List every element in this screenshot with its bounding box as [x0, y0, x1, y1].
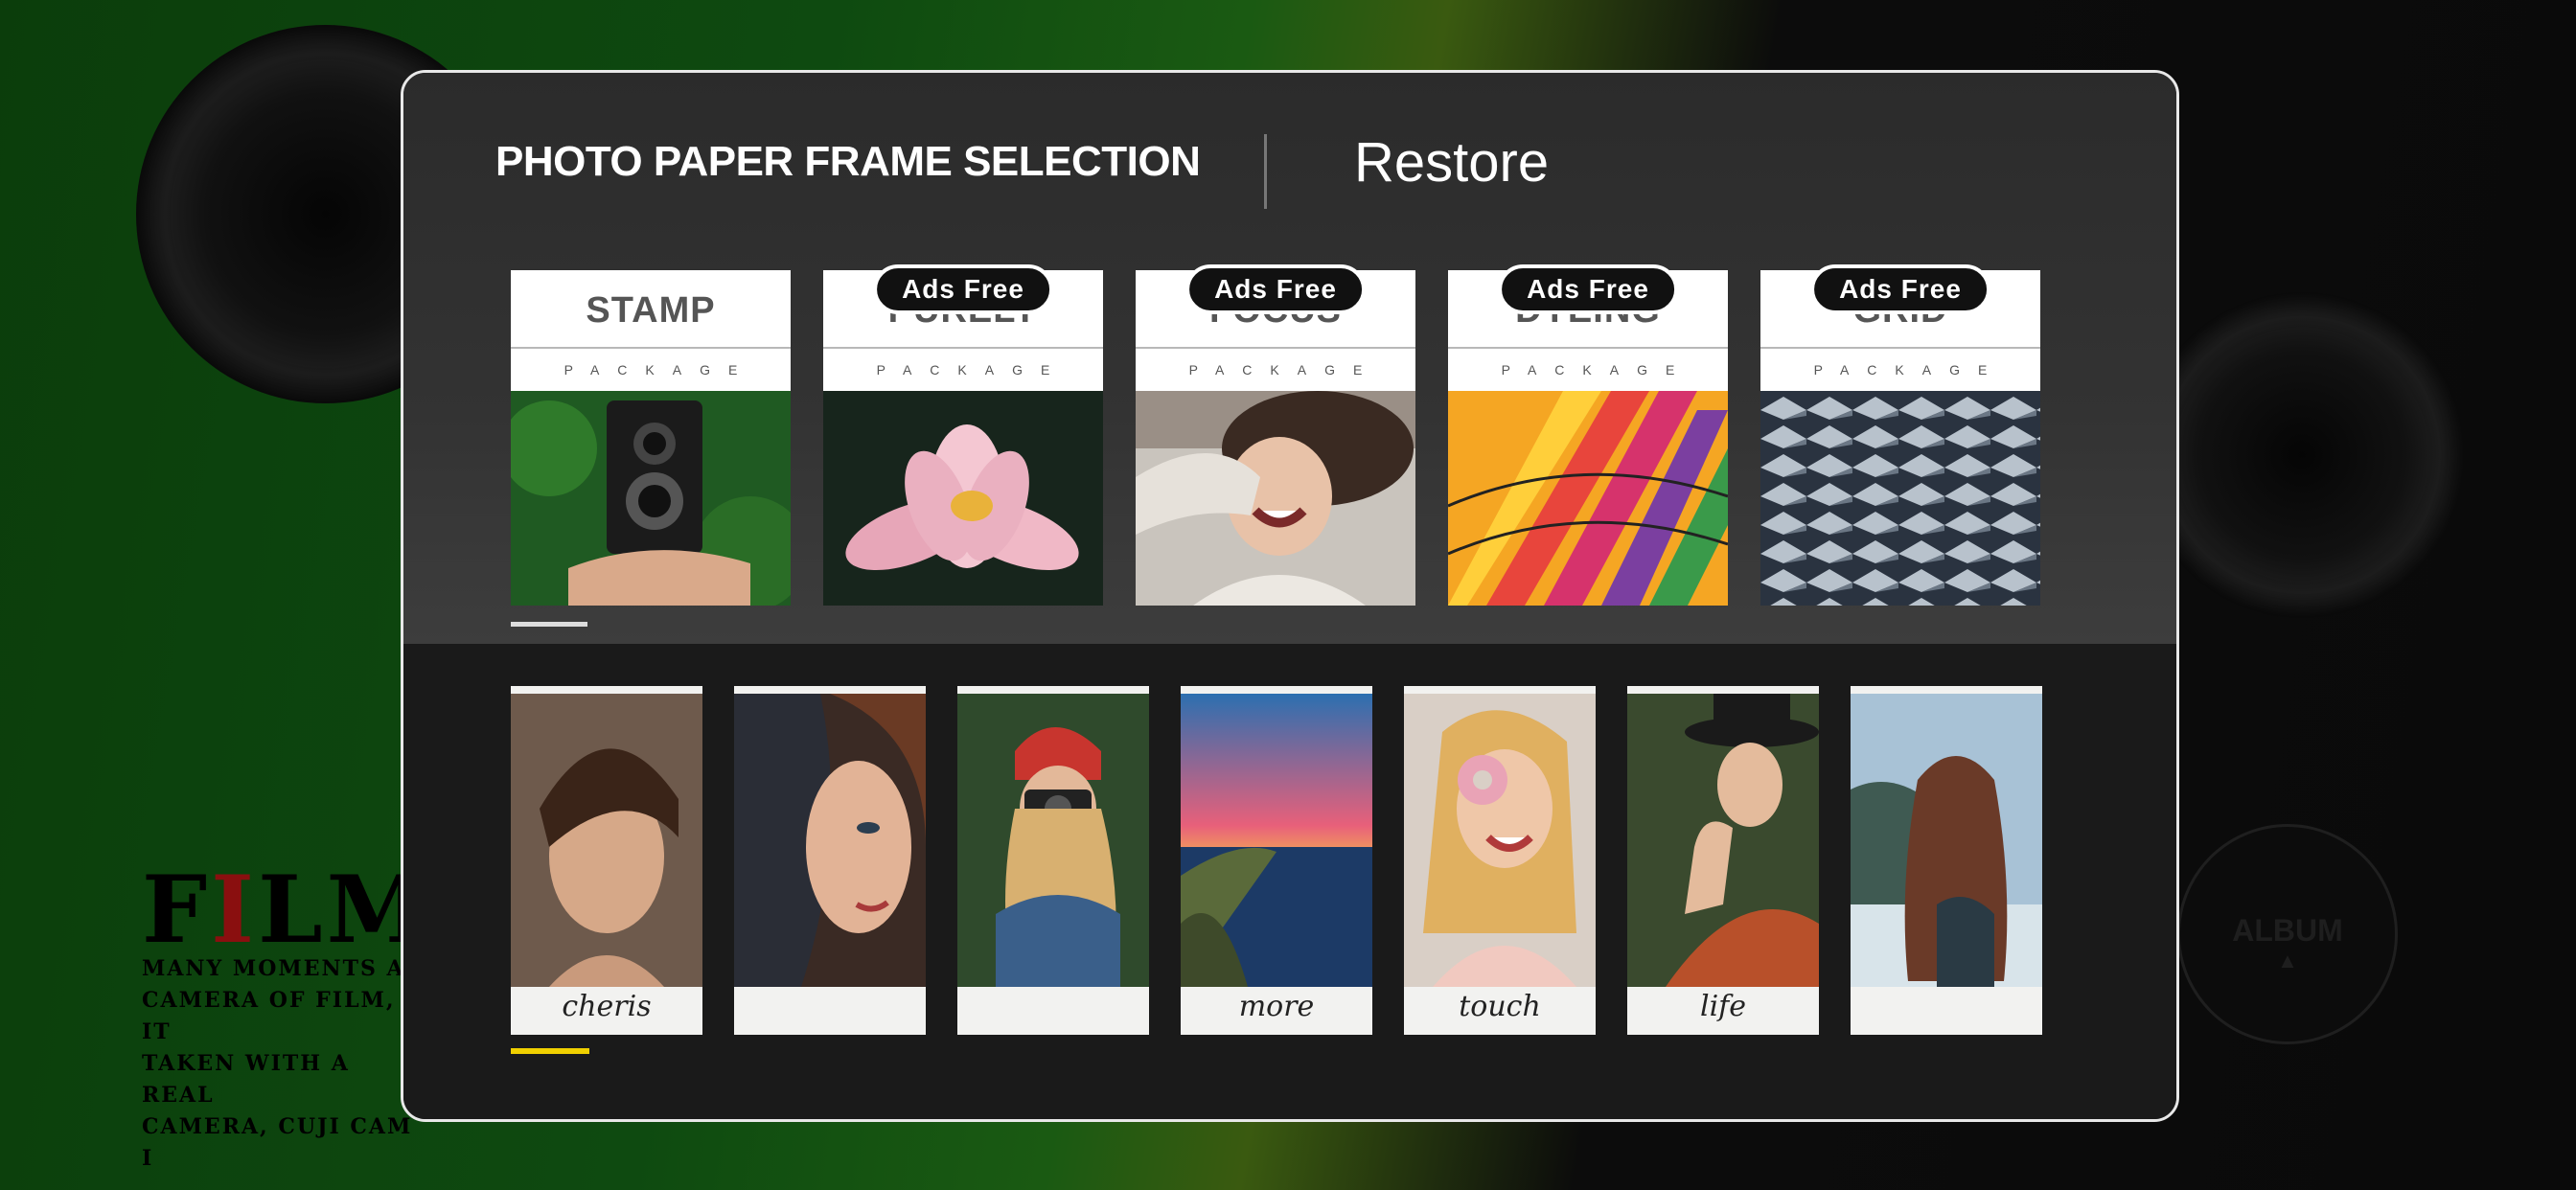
frame-selected-indicator	[511, 1048, 589, 1054]
frame-thumbnail[interactable]: more	[1181, 686, 1372, 1035]
up-arrow-icon: ▲	[2277, 949, 2298, 973]
frame-selection-dialog: PHOTO PAPER FRAME SELECTION Restore STAM…	[401, 70, 2179, 1122]
package-grid[interactable]: GRID PACKAGE Ads Free	[1760, 264, 2040, 606]
package-purely[interactable]: PURELY PACKAGE Ads Free	[823, 264, 1103, 606]
vintage-camera-photo	[511, 391, 791, 606]
restore-button[interactable]: Restore	[1354, 130, 1549, 195]
man-portrait-photo	[511, 694, 702, 987]
woman-hat-photo	[1627, 694, 1819, 987]
woman-half-face-photo	[734, 694, 926, 987]
header-divider	[1264, 134, 1267, 209]
architecture-grid-photo	[1760, 391, 2040, 606]
film-title: FILM	[142, 856, 432, 964]
package-focus[interactable]: FOCUS PACKAGE Ads Free	[1136, 264, 1415, 606]
frame-thumbnail[interactable]: life	[1627, 686, 1819, 1035]
frame-thumbnail[interactable]	[734, 686, 926, 1035]
frame-thumbnail[interactable]: cheris	[511, 686, 702, 1035]
camera-lens-right	[2139, 292, 2465, 618]
album-button: ALBUM ▲	[2177, 824, 2398, 1044]
album-label: ALBUM	[2232, 913, 2343, 948]
dialog-title: PHOTO PAPER FRAME SELECTION	[495, 138, 1201, 185]
ads-free-badge: Ads Free	[1810, 264, 1990, 314]
frame-caption: more	[1238, 990, 1315, 1023]
frame-caption: cheris	[562, 990, 652, 1023]
frame-thumbnail[interactable]	[1851, 686, 2042, 1035]
package-subtitle: PACKAGE	[1813, 362, 2006, 378]
package-subtitle: PACKAGE	[876, 362, 1069, 378]
hot-air-balloon-photo	[1448, 391, 1728, 606]
package-subtitle: PACKAGE	[1501, 362, 1693, 378]
woman-donut-photo	[1404, 694, 1596, 987]
film-description: FILM MANY MOMENTS AR CAMERA OF FILM, IT …	[142, 856, 432, 1175]
package-selected-indicator	[511, 622, 587, 627]
ads-free-badge: Ads Free	[1498, 264, 1678, 314]
package-stamp[interactable]: STAMP PACKAGE	[511, 270, 791, 606]
woman-back-photo	[1851, 694, 2042, 987]
film-body-text: MANY MOMENTS AR CAMERA OF FILM, IT TAKEN…	[142, 956, 425, 1171]
lotus-flower-photo	[823, 391, 1103, 606]
woman-with-camera-photo	[957, 694, 1149, 987]
package-subtitle: PACKAGE	[564, 362, 756, 378]
package-name: STAMP	[511, 270, 791, 349]
laughing-woman-photo	[1136, 391, 1415, 606]
frame-thumbnail[interactable]: touch	[1404, 686, 1596, 1035]
frame-caption: touch	[1459, 990, 1541, 1023]
sunset-lake-photo	[1181, 694, 1372, 987]
ads-free-badge: Ads Free	[873, 264, 1053, 314]
frame-caption: life	[1699, 990, 1747, 1023]
frame-thumbnail[interactable]	[957, 686, 1149, 1035]
package-subtitle: PACKAGE	[1188, 362, 1381, 378]
ads-free-badge: Ads Free	[1185, 264, 1366, 314]
package-dyeing[interactable]: DYEING PACKAGE Ads Free	[1448, 264, 1728, 606]
